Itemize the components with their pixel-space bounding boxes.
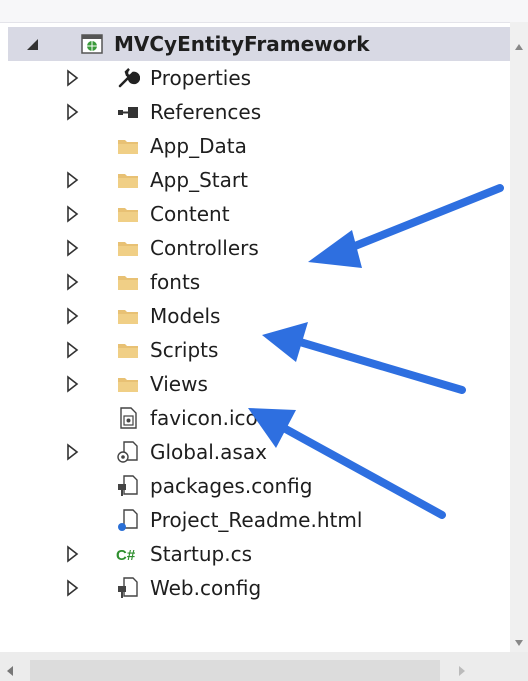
tree-item-controllers[interactable]: Controllers [0,231,510,265]
tree-item-label: Web.config [150,576,262,600]
tree-item-label: Views [150,372,208,396]
collapse-triangle-icon[interactable] [24,36,42,54]
horizontal-scroll-thumb[interactable] [30,660,440,681]
tree-item-web-config[interactable]: Web.config [0,571,510,605]
html-file-icon [116,508,140,532]
tree-item-packages-config[interactable]: packages.config [0,469,510,503]
tree-item-global-asax[interactable]: Global.asax [0,435,510,469]
expand-triangle-icon[interactable] [64,103,82,121]
tree-item-label: Controllers [150,236,259,260]
tree-item-label: fonts [150,270,201,294]
expand-triangle-icon[interactable] [64,579,82,597]
tree-item-label: Scripts [150,338,219,362]
tree-item-label: packages.config [150,474,313,498]
expand-triangle-icon[interactable] [64,205,82,223]
folder-icon [116,134,140,158]
horizontal-scrollbar[interactable] [0,652,528,681]
tree-item-references[interactable]: References [0,95,510,129]
panel-top-strip [0,0,528,23]
tree-item-properties[interactable]: Properties [0,61,510,95]
folder-icon [116,236,140,260]
web-project-icon [80,32,104,56]
config-file-icon [116,576,140,600]
scroll-right-arrow-icon[interactable] [458,662,466,681]
expand-triangle-icon[interactable] [64,375,82,393]
tree-item-content[interactable]: Content [0,197,510,231]
expand-triangle-icon[interactable] [64,273,82,291]
expand-triangle-icon[interactable] [64,341,82,359]
wrench-icon [116,66,140,90]
image-file-icon [116,406,140,430]
expand-triangle-icon[interactable] [64,545,82,563]
references-icon [116,100,140,124]
tree-item-project[interactable]: MVCyEntityFramework [8,27,510,61]
folder-icon [116,270,140,294]
tree-item-label: Properties [150,66,252,90]
tree-item-label: App_Data [150,134,247,158]
tree-item-label: References [150,100,262,124]
scroll-down-arrow-icon[interactable] [514,632,524,651]
expand-triangle-icon[interactable] [64,307,82,325]
project-name: MVCyEntityFramework [114,32,370,56]
tree-item-project-readme[interactable]: Project_Readme.html [0,503,510,537]
svg-text:C#: C# [116,547,136,564]
csharp-file-icon: C# [116,542,140,566]
folder-icon [116,372,140,396]
folder-icon [116,304,140,328]
asax-file-icon [116,440,140,464]
tree-item-label: App_Start [150,168,248,192]
tree-item-label: favicon.ico [150,406,258,430]
tree-item-label: Project_Readme.html [150,508,363,532]
vertical-scrollbar[interactable] [510,22,528,652]
tree-item-app-data[interactable]: App_Data [0,129,510,163]
folder-icon [116,202,140,226]
tree-item-app-start[interactable]: App_Start [0,163,510,197]
tree-item-models[interactable]: Models [0,299,510,333]
expand-triangle-icon[interactable] [64,239,82,257]
tree-item-fonts[interactable]: fonts [0,265,510,299]
scroll-left-arrow-icon[interactable] [6,662,14,681]
folder-icon [116,168,140,192]
tree-item-label: Models [150,304,221,328]
tree-item-label: Global.asax [150,440,267,464]
tree-item-views[interactable]: Views [0,367,510,401]
expand-triangle-icon[interactable] [64,443,82,461]
scroll-up-arrow-icon[interactable] [514,36,524,55]
folder-icon [116,338,140,362]
tree-item-startup-cs[interactable]: C# Startup.cs [0,537,510,571]
tree-item-label: Content [150,202,230,226]
expand-triangle-icon[interactable] [64,171,82,189]
expand-triangle-icon[interactable] [64,69,82,87]
solution-explorer-panel: MVCyEntityFramework Properties Reference… [0,0,528,681]
tree-item-label: Startup.cs [150,542,253,566]
tree-item-favicon[interactable]: favicon.ico [0,401,510,435]
tree-item-scripts[interactable]: Scripts [0,333,510,367]
config-file-icon [116,474,140,498]
